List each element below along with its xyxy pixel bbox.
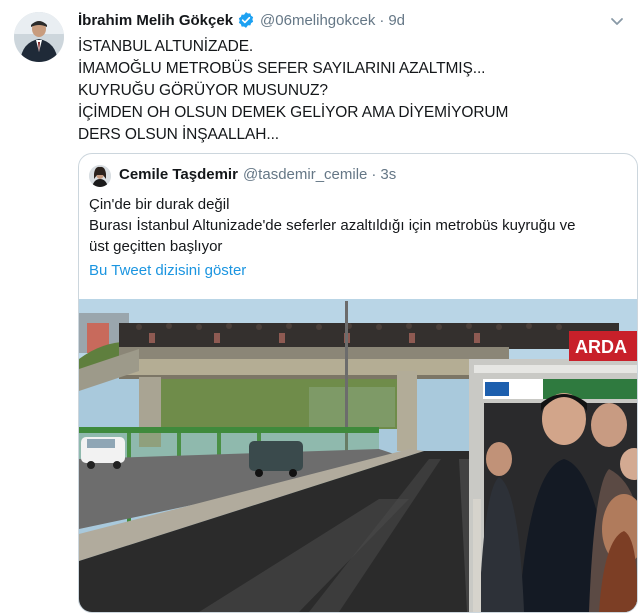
tweet-text-line: KUYRUĞU GÖRÜYOR MUSUNUZ? — [78, 82, 328, 99]
tweet-header: İbrahim Melih Gökçek @06melihgokcek · 9d — [78, 10, 405, 30]
tweet-text: İSTANBUL ALTUNİZADE. İMAMOĞLU METROBÜS S… — [78, 36, 628, 146]
quoted-tweet-card[interactable]: Cemile Taşdemir @tasdemir_cemile · 3s Çi… — [78, 153, 638, 613]
author-avatar[interactable] — [14, 12, 64, 62]
tweet-text-line: İÇİMDEN OH OLSUN DEMEK GELİYOR AMA DİYEM… — [78, 104, 509, 121]
quoted-tweet-timestamp[interactable]: 3s — [380, 166, 396, 183]
quoted-author-handle[interactable]: @tasdemir_cemile — [243, 166, 367, 183]
quoted-tweet-header: Cemile Taşdemir @tasdemir_cemile · 3s — [119, 166, 396, 183]
quoted-tweet-text-line: Çin'de bir durak değil — [89, 196, 230, 213]
author-name[interactable]: İbrahim Melih Gökçek — [78, 12, 233, 29]
tweet-timestamp[interactable]: 9d — [388, 12, 405, 29]
quoted-author-name[interactable]: Cemile Taşdemir — [119, 166, 238, 183]
verified-badge-icon — [237, 11, 255, 29]
quoted-tweet-text-line: üst geçitten başlıyor — [89, 238, 223, 255]
show-thread-link[interactable]: Bu Tweet dizisini göster — [89, 262, 246, 279]
tweet-photo[interactable]: ARDA — [79, 299, 637, 612]
author-handle[interactable]: @06melihgokcek — [260, 12, 375, 29]
shop-sign-text: ARDA — [575, 337, 627, 357]
tweet[interactable]: İbrahim Melih Gökçek @06melihgokcek · 9d… — [0, 0, 640, 614]
quoted-tweet-text-line: Burası İstanbul Altunizade'de seferler a… — [89, 217, 576, 234]
tweet-text-line: İSTANBUL ALTUNİZADE. — [78, 38, 254, 55]
chevron-down-icon[interactable] — [608, 12, 626, 30]
tweet-text-line: İMAMOĞLU METROBÜS SEFER SAYILARINI AZALT… — [78, 60, 486, 77]
separator-dot: · — [379, 11, 385, 29]
quoted-author-avatar[interactable] — [89, 165, 111, 187]
tweet-text-line: DERS OLSUN İNŞAALLAH... — [78, 126, 279, 143]
separator-dot: · — [371, 166, 377, 183]
quoted-tweet-text: Çin'de bir durak değil Burası İstanbul A… — [89, 194, 629, 257]
